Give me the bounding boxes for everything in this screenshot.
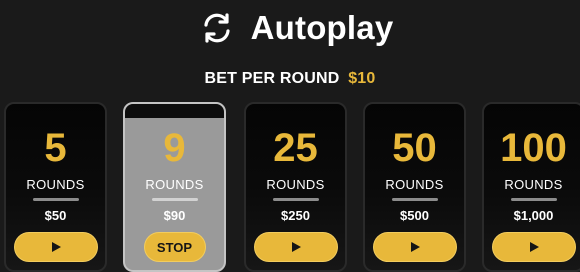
rounds-label: ROUNDS xyxy=(145,177,204,192)
card-header-bar xyxy=(125,104,224,118)
play-icon xyxy=(529,242,539,252)
page-title: Autoplay xyxy=(250,9,394,46)
total-amount: $250 xyxy=(281,208,310,223)
rounds-count: 25 xyxy=(273,126,318,170)
autoplay-cycle-icon xyxy=(199,10,235,46)
rounds-label: ROUNDS xyxy=(385,177,444,192)
rounds-count: 5 xyxy=(44,126,67,170)
card-divider xyxy=(391,198,438,201)
bet-per-round-label: BET PER ROUND xyxy=(204,70,340,87)
rounds-count: 100 xyxy=(500,126,567,170)
card-divider xyxy=(510,198,557,201)
bet-per-round-value: $10 xyxy=(348,70,376,87)
card-divider xyxy=(272,198,319,201)
total-amount: $500 xyxy=(400,208,429,223)
rounds-count: 9 xyxy=(163,126,186,170)
header-content: Autoplay xyxy=(199,9,394,47)
bet-per-round: BET PER ROUND $10 xyxy=(0,70,580,88)
play-icon xyxy=(51,242,61,252)
start-autoplay-button[interactable] xyxy=(372,232,457,262)
card-divider xyxy=(151,198,198,201)
play-icon xyxy=(410,242,420,252)
play-icon xyxy=(291,242,301,252)
autoplay-option-card[interactable]: 100 ROUNDS $1,000 xyxy=(482,102,580,272)
header: Autoplay xyxy=(0,6,580,50)
start-autoplay-button[interactable] xyxy=(491,232,576,262)
rounds-label: ROUNDS xyxy=(504,177,563,192)
total-amount: $50 xyxy=(44,208,67,223)
autoplay-option-card[interactable]: 25 ROUNDS $250 xyxy=(244,102,347,272)
card-divider xyxy=(32,198,79,201)
autoplay-options: 5 ROUNDS $50 9 ROUNDS $90 STOP 25 ROUNDS… xyxy=(0,102,580,272)
autoplay-option-card-active[interactable]: 9 ROUNDS $90 STOP xyxy=(123,102,226,272)
autoplay-option-card[interactable]: 5 ROUNDS $50 xyxy=(4,102,107,272)
rounds-label: ROUNDS xyxy=(26,177,85,192)
start-autoplay-button[interactable] xyxy=(13,232,98,262)
total-amount: $1,000 xyxy=(513,208,554,223)
rounds-label: ROUNDS xyxy=(266,177,325,192)
start-autoplay-button[interactable] xyxy=(253,232,338,262)
autoplay-option-card[interactable]: 50 ROUNDS $500 xyxy=(363,102,466,272)
rounds-count: 50 xyxy=(392,126,437,170)
stop-autoplay-button[interactable]: STOP xyxy=(143,232,206,262)
total-amount: $90 xyxy=(163,208,186,223)
